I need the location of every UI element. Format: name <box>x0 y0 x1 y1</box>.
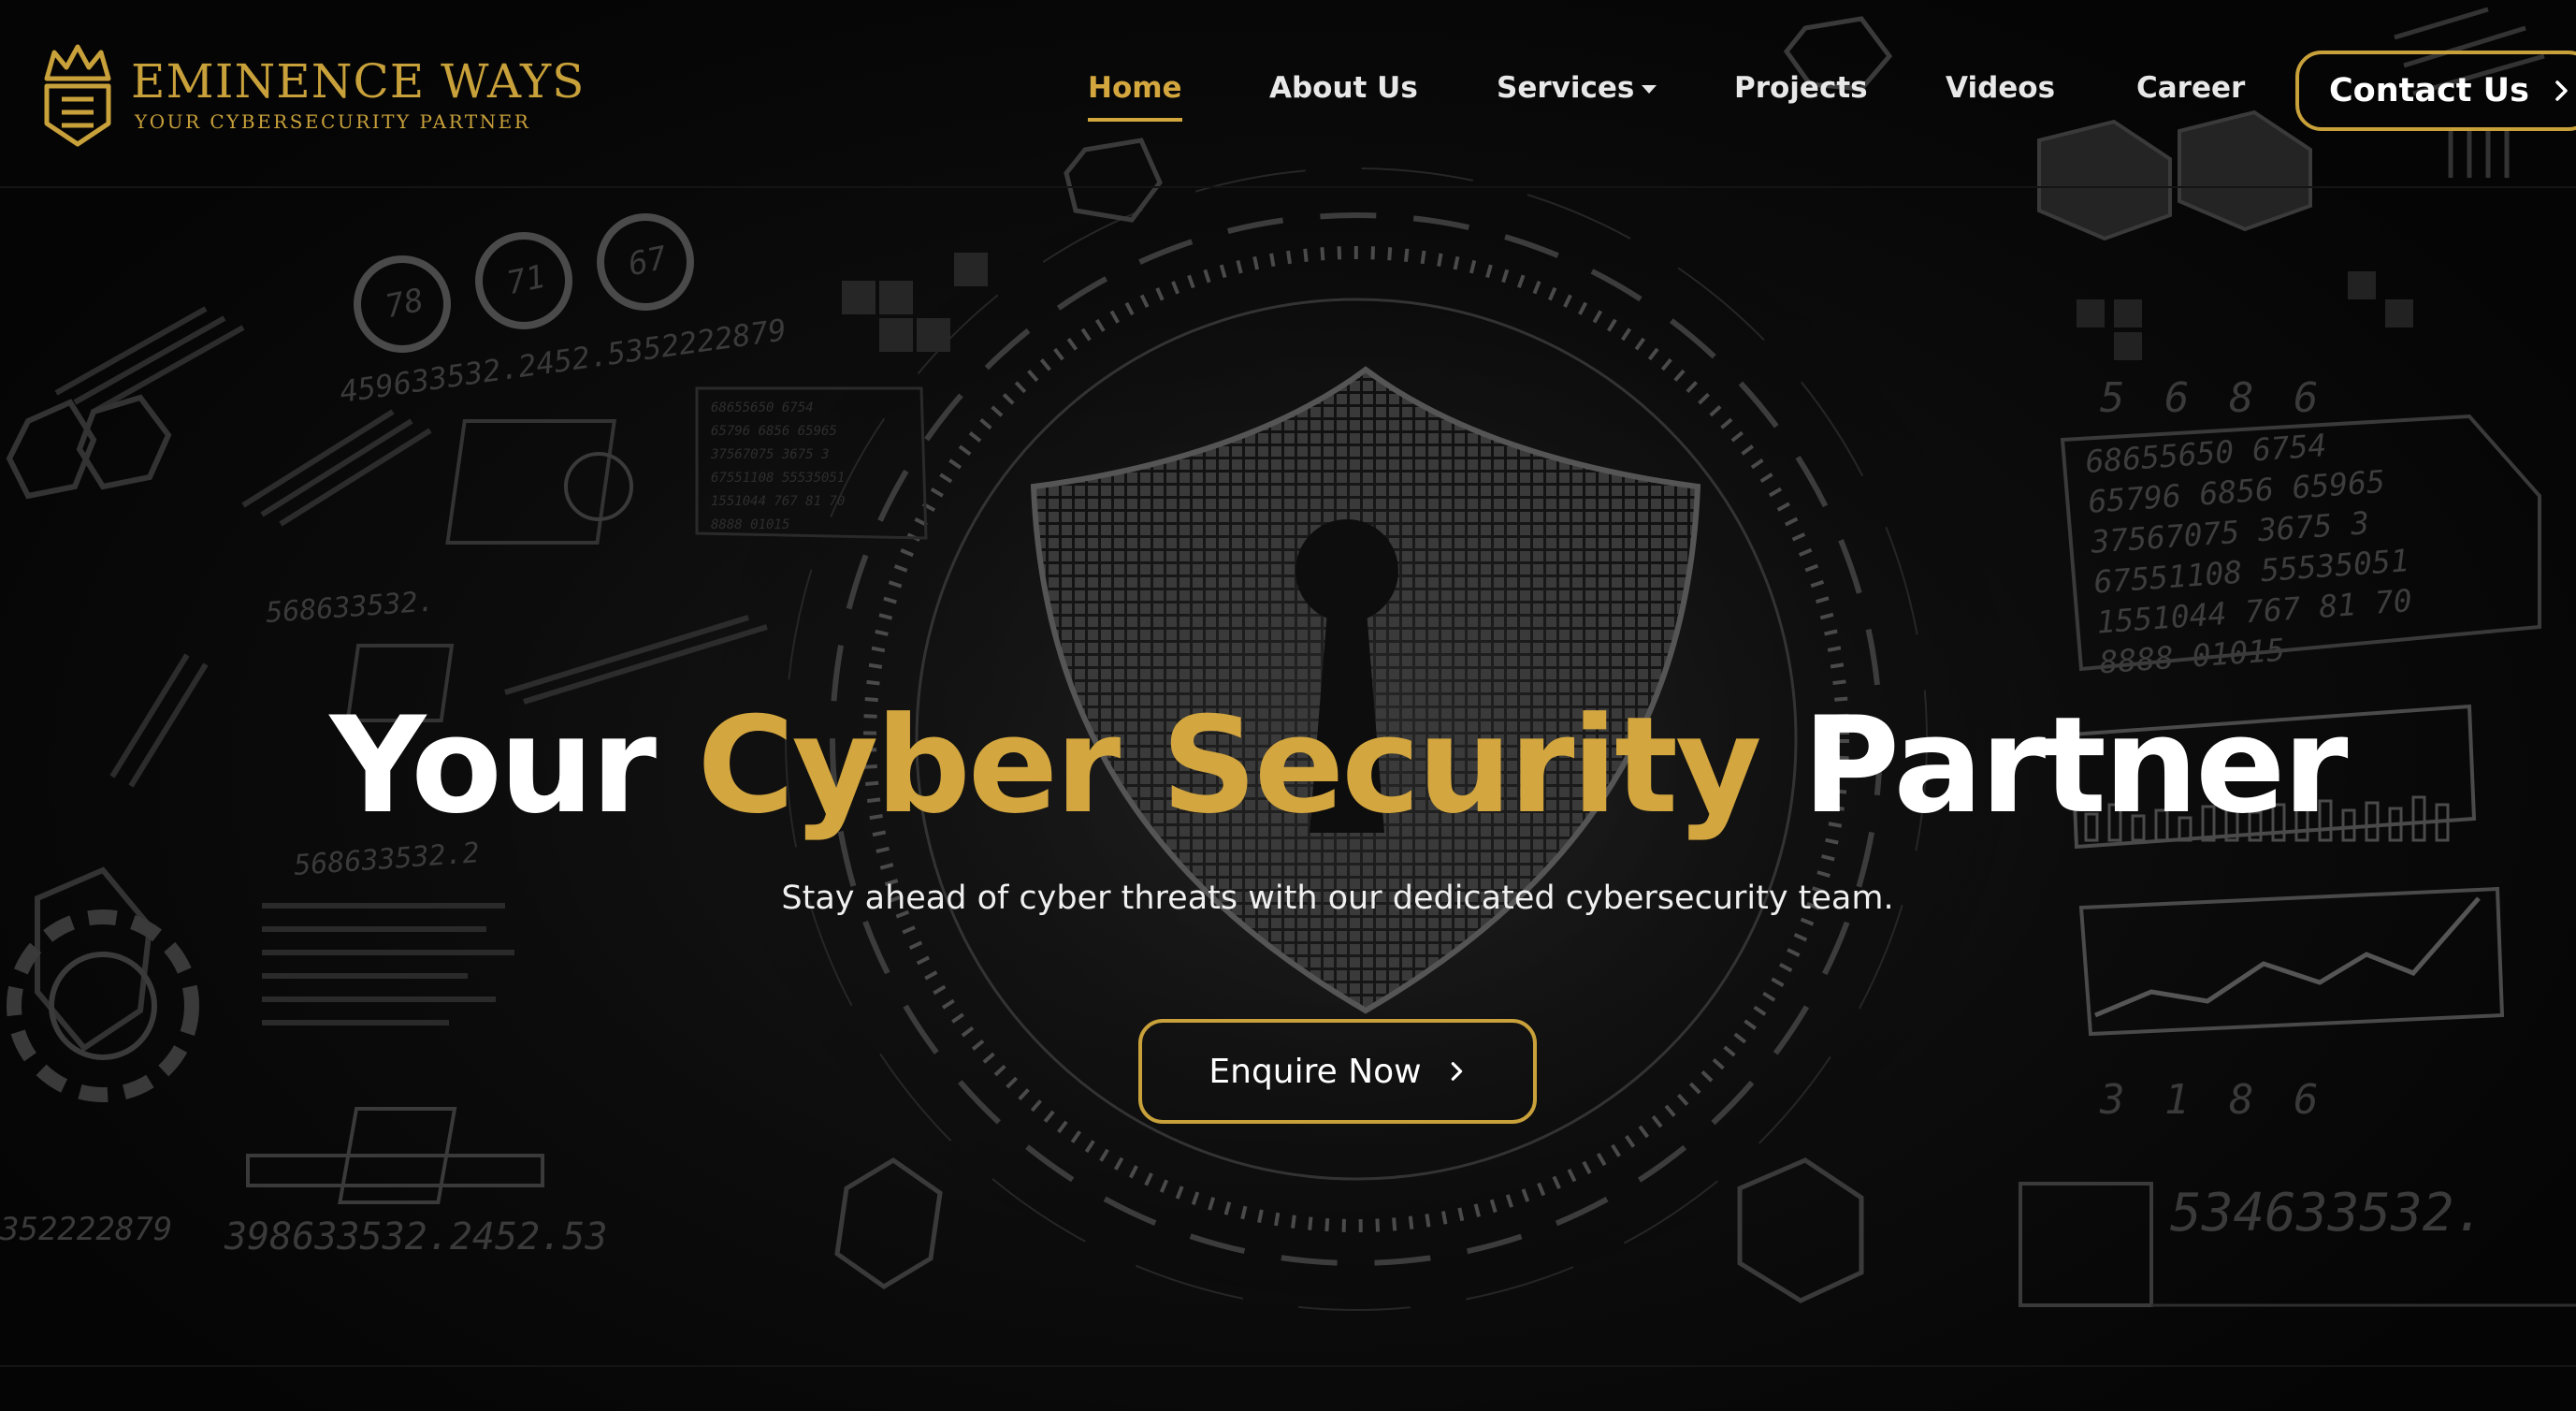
svg-text:352222879: 352222879 <box>0 1211 172 1248</box>
svg-text:1551044 767 81 70: 1551044 767 81 70 <box>711 494 845 509</box>
svg-text:5 6 8 6: 5 6 8 6 <box>2100 374 2325 422</box>
svg-text:568633532.: 568633532. <box>265 585 436 630</box>
svg-text:8888 01015: 8888 01015 <box>711 517 789 532</box>
nav-item-projects[interactable]: Projects <box>1734 71 1868 105</box>
svg-text:78: 78 <box>382 282 427 327</box>
nav-item-about-us[interactable]: About Us <box>1269 71 1418 105</box>
brand-tagline: YOUR CYBERSECURITY PARTNER <box>135 110 531 133</box>
svg-text:68655650 6754: 68655650 6754 <box>711 400 814 415</box>
svg-text:37567075 3675 3: 37567075 3675 3 <box>710 447 829 462</box>
hero-title: Your Cyber Security Partner <box>0 700 2576 833</box>
brand-name: EMINENCE WAYS <box>131 54 586 109</box>
nav-item-home[interactable]: Home <box>1088 71 1182 122</box>
nav-item-career[interactable]: Career <box>2136 71 2245 105</box>
brand-text: EMINENCE WAYS YOUR CYBERSECURITY PARTNER <box>131 58 585 133</box>
hero-subtitle: Stay ahead of cyber threats with our ded… <box>781 880 1894 917</box>
navbar: EMINENCE WAYS YOUR CYBERSECURITY PARTNER… <box>0 0 2576 187</box>
nav-item-services[interactable]: Services <box>1497 71 1657 105</box>
svg-text:459633532.2452.5352222879: 459633532.2452.5352222879 <box>338 312 789 410</box>
nav-item-services-label: Services <box>1497 71 1635 105</box>
svg-text:8888 01015: 8888 01015 <box>2098 632 2286 681</box>
enquire-now-button[interactable]: Enquire Now <box>1138 1019 1537 1124</box>
hero-section: 78 71 67 459633532.2452.5352222879 56863… <box>0 0 2576 1411</box>
chevron-right-icon <box>1451 1062 1462 1081</box>
contact-us-button[interactable]: Contact Us <box>2295 51 2576 131</box>
chevron-right-icon <box>2555 80 2568 101</box>
svg-text:65796 6856 65965: 65796 6856 65965 <box>711 424 837 439</box>
hero-title-highlight: Cyber Security <box>697 689 1761 843</box>
caret-down-icon <box>1642 85 1657 94</box>
svg-text:67: 67 <box>625 240 671 284</box>
enquire-now-label: Enquire Now <box>1208 1052 1422 1091</box>
hero-title-part2: Partner <box>1802 689 2348 843</box>
brand-logo-link[interactable]: EMINENCE WAYS YOUR CYBERSECURITY PARTNER <box>36 41 585 150</box>
hero-title-part1: Your <box>329 689 657 843</box>
contact-us-label: Contact Us <box>2329 72 2529 109</box>
svg-text:398633532.2452.53: 398633532.2452.53 <box>224 1215 607 1258</box>
crown-shield-logo-icon <box>44 44 111 147</box>
svg-text:3 1 8 6: 3 1 8 6 <box>2099 1076 2325 1124</box>
svg-text:534633532.: 534633532. <box>2170 1183 2485 1244</box>
svg-text:67551108 55535051: 67551108 55535051 <box>711 471 845 486</box>
nav-item-videos[interactable]: Videos <box>1946 71 2055 105</box>
svg-text:71: 71 <box>503 258 548 303</box>
svg-text:568633532.2: 568633532.2 <box>293 836 481 882</box>
